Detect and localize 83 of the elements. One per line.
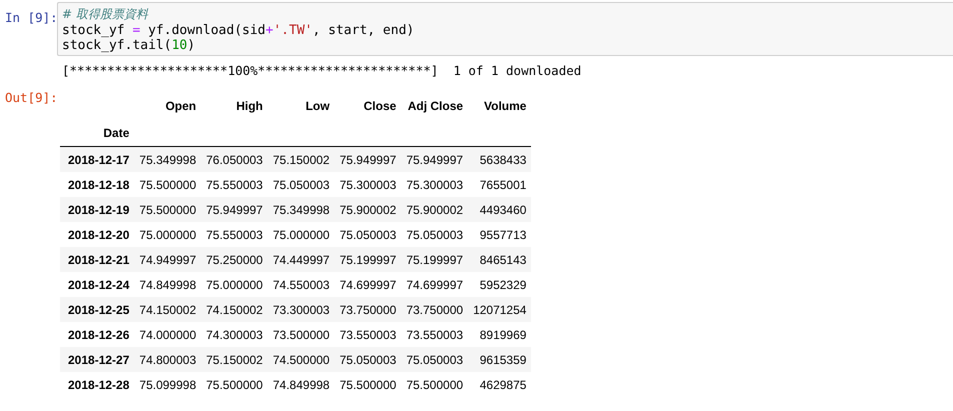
table-cell: 74.699997: [334, 272, 402, 297]
row-index: 2018-12-21: [60, 247, 134, 272]
table-cell: 75.250000: [201, 247, 268, 272]
table-cell: 75.949997: [334, 146, 402, 172]
table-cell: 75.050003: [334, 347, 402, 372]
row-index: 2018-12-20: [60, 222, 134, 247]
table-cell: 74.699997: [401, 272, 468, 297]
table-cell: 4493460: [468, 197, 532, 222]
column-header: Volume: [483, 98, 528, 114]
table-cell: 73.750000: [401, 297, 468, 322]
table-cell: 75.000000: [201, 272, 268, 297]
table-cell: 74.449997: [268, 247, 335, 272]
table-cell: 75.300003: [334, 172, 402, 197]
table-cell: 8465143: [468, 247, 532, 272]
table-cell: 76.050003: [201, 146, 268, 172]
table-cell: 75.500000: [134, 197, 202, 222]
table-cell: 75.349998: [134, 146, 202, 172]
table-cell: 75.199997: [334, 247, 402, 272]
table-cell: 74.949997: [134, 247, 202, 272]
table-cell: 5952329: [468, 272, 532, 297]
row-index: 2018-12-28: [60, 372, 134, 397]
column-header: Close: [362, 98, 398, 114]
row-index: 2018-12-26: [60, 322, 134, 347]
table-cell: 7655001: [468, 172, 532, 197]
table-cell: 75.300003: [401, 172, 468, 197]
table-cell: 75.000000: [134, 222, 202, 247]
row-index: 2018-12-25: [60, 297, 134, 322]
table-cell: 74.150002: [201, 297, 268, 322]
table-cell: 5638433: [468, 146, 532, 172]
table-cell: 75.150002: [268, 146, 335, 172]
row-index: 2018-12-18: [60, 172, 134, 197]
output-prompt: Out[9]:: [4, 89, 57, 107]
table-cell: 73.300003: [268, 297, 335, 322]
table-cell: 75.900002: [401, 197, 468, 222]
table-cell: 9615359: [468, 347, 532, 372]
table-cell: 74.849998: [268, 372, 335, 397]
column-header: High: [235, 98, 264, 114]
table-cell: 4629875: [468, 372, 532, 397]
table-cell: 75.199997: [401, 247, 468, 272]
table-cell: 75.050003: [401, 222, 468, 247]
table-cell: 74.800003: [134, 347, 202, 372]
table-cell: 75.349998: [268, 197, 335, 222]
table-cell: 75.050003: [401, 347, 468, 372]
code-line: # 取得股票資料: [62, 7, 148, 22]
table-cell: 74.849998: [134, 272, 202, 297]
code-line: stock_yf.tail(10): [62, 38, 196, 54]
table-cell: 74.550003: [268, 272, 335, 297]
table-cell: 8919969: [468, 322, 532, 347]
table-cell: 75.949997: [201, 197, 268, 222]
table-cell: 73.550003: [334, 322, 402, 347]
table-cell: 12071254: [468, 297, 532, 322]
column-header: Adj Close: [406, 98, 464, 114]
row-index: 2018-12-17: [60, 146, 134, 172]
input-prompt: In [9]:: [4, 9, 57, 27]
table-cell: 75.900002: [334, 197, 402, 222]
table-cell: 74.500000: [268, 347, 335, 372]
download-progress-text: [*********************100%***********************] 1 of 1 downloaded: [62, 63, 582, 78]
table-cell: 75.500000: [334, 372, 402, 397]
table-cell: 75.500000: [401, 372, 468, 397]
table-cell: 75.500000: [201, 372, 268, 397]
table-cell: 75.550003: [201, 222, 268, 247]
table-cell: 75.050003: [334, 222, 402, 247]
table-cell: 75.150002: [201, 347, 268, 372]
table-cell: 74.000000: [134, 322, 202, 347]
table-cell: 73.550003: [401, 322, 468, 347]
table-cell: 75.000000: [268, 222, 335, 247]
code-cell[interactable]: # 取得股票資料 stock_yf = yf.download(sid+'.TW', start, end) stock_yf.tail(10): [57, 2, 953, 56]
table-cell: 74.300003: [201, 322, 268, 347]
table-cell: 9557713: [468, 222, 532, 247]
code-line: stock_yf = yf.download(sid+'.TW', start, end): [62, 22, 414, 38]
row-index: 2018-12-24: [60, 272, 134, 297]
table-cell: 75.099998: [134, 372, 202, 397]
table-cell: 75.050003: [268, 172, 335, 197]
column-header: Low: [304, 98, 331, 114]
table-cell: 73.750000: [334, 297, 402, 322]
table-cell: 75.949997: [401, 146, 468, 172]
table-cell: 75.500000: [134, 172, 202, 197]
table-cell: 73.500000: [268, 322, 335, 347]
row-index: 2018-12-27: [60, 347, 134, 372]
row-index: 2018-12-19: [60, 197, 134, 222]
table-cell: 75.550003: [201, 172, 268, 197]
table-cell: 74.150002: [134, 297, 202, 322]
column-header: Open: [164, 98, 198, 114]
